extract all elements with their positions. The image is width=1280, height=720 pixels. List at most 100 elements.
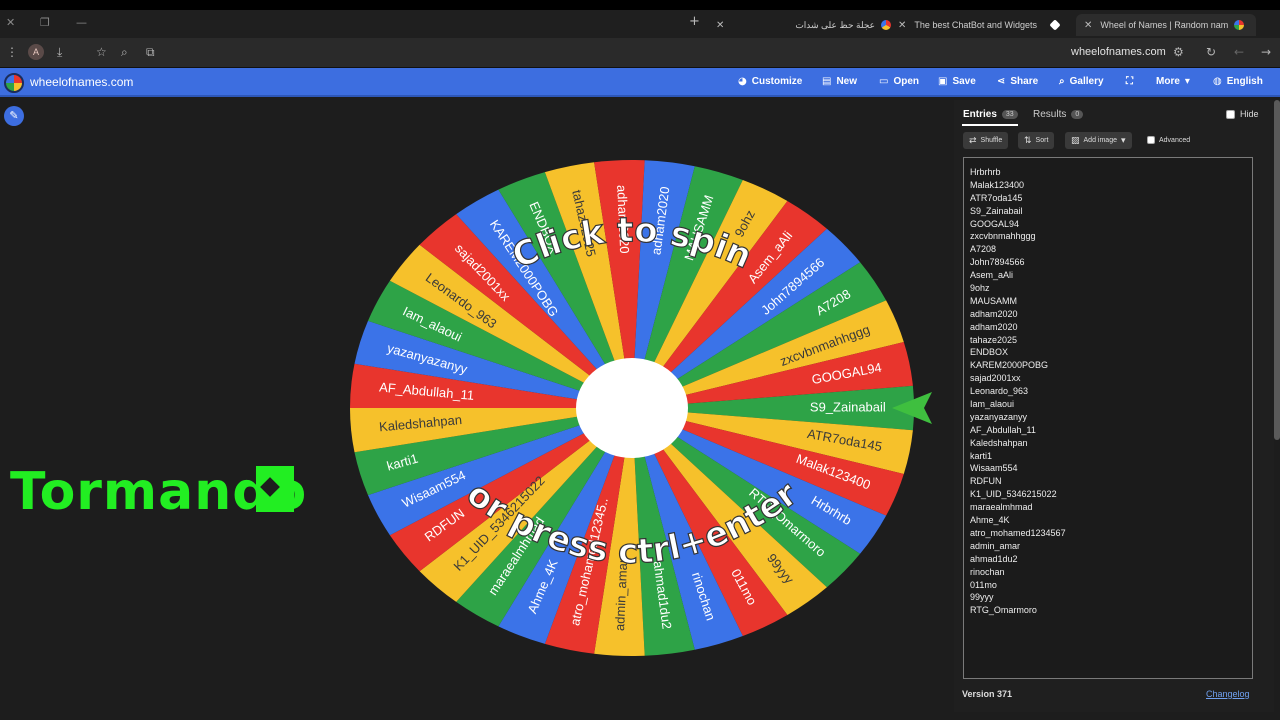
entry-line: karti1 <box>970 450 993 461</box>
minimize-window-icon[interactable]: — <box>76 16 87 29</box>
hide-toggle[interactable]: Hide <box>1226 109 1259 119</box>
shuffle-icon: ⇄ <box>969 135 977 146</box>
tab-title: عجلة حظ على شدات <box>795 19 875 30</box>
advanced-toggle[interactable]: Advanced <box>1147 136 1190 144</box>
nav-language-button[interactable]: ◍ English <box>1213 76 1263 87</box>
restore-window-icon[interactable]: ❐ <box>40 16 50 29</box>
wheel-favicon-icon <box>1234 20 1245 30</box>
entry-line: GOOGAL94 <box>970 218 1020 229</box>
entry-line: maraealmhmad <box>970 502 1033 513</box>
entry-line: RTG_Omarmoro <box>970 605 1037 616</box>
diamond-favicon-icon <box>1049 19 1061 31</box>
install-app-icon[interactable]: ⧉ <box>146 45 155 60</box>
page-scrollbar[interactable] <box>1274 100 1280 440</box>
wheel-logo-icon[interactable] <box>4 73 24 93</box>
nav-new-button[interactable]: ▤ New <box>822 76 857 87</box>
close-tab-icon[interactable]: ✕ <box>716 20 724 31</box>
chevron-down-icon: ▾ <box>1120 135 1126 146</box>
tab-entries[interactable]: Entries 33 <box>963 109 1018 120</box>
results-count-badge: 0 <box>1071 110 1084 119</box>
entry-line: zxcvbnmahhggg <box>970 231 1036 242</box>
nav-share-button[interactable]: ⋖ Share <box>997 76 1038 87</box>
nav-more-button[interactable]: More ▾ <box>1156 76 1190 87</box>
entry-line: S9_Zainabail <box>970 205 1023 216</box>
new-file-icon: ▤ <box>822 76 832 87</box>
site-settings-icon[interactable]: ⚙ <box>1173 45 1184 59</box>
image-icon: ▨ <box>1071 135 1080 146</box>
entry-line: K1_UID_5346215022 <box>970 489 1057 500</box>
entry-line: ahmad1du2 <box>970 553 1018 564</box>
advanced-checkbox[interactable] <box>1147 136 1155 144</box>
version-label: Version 371 <box>962 689 1013 699</box>
entry-line: ENDBOX <box>970 347 1009 358</box>
tab-chatbot[interactable]: ✕ The best ChatBot and Widgets <box>898 14 1066 36</box>
changelog-link[interactable]: Changelog <box>1206 689 1250 699</box>
close-tab-icon[interactable]: ✕ <box>1084 20 1092 31</box>
search-icon: ⌕ <box>1059 76 1065 87</box>
spin-wheel[interactable]: S9_ZainabailATR7oda145Malak123400Hrbrhrb… <box>340 150 940 670</box>
save-icon: ▣ <box>938 76 948 87</box>
tab-results[interactable]: Results 0 <box>1033 109 1084 120</box>
forward-icon[interactable]: ← <box>1234 45 1244 59</box>
entry-line: Leonardo_963 <box>970 386 1029 397</box>
entry-line: John7894566 <box>970 257 1025 268</box>
zoom-icon[interactable]: ⌕ <box>121 45 128 60</box>
palette-icon: ◕ <box>738 76 747 87</box>
entry-line: RDFUN <box>970 476 1002 487</box>
entry-line: Kaledshahpan <box>970 437 1028 448</box>
entry-line: Iam_alaoui <box>970 399 1015 410</box>
wheel-center-hub[interactable] <box>576 358 688 458</box>
nav-save-button[interactable]: ▣ Save <box>938 76 976 87</box>
site-name[interactable]: wheelofnames.com <box>30 75 133 89</box>
nav-customize-button[interactable]: ◕ Customize <box>738 76 802 87</box>
entry-line: Wisaam554 <box>970 463 1018 474</box>
entry-line: 99yyy <box>970 592 994 603</box>
add-image-button[interactable]: ▨ Add image ▾ <box>1065 132 1132 149</box>
sort-button[interactable]: ⇅ Sort <box>1018 132 1055 149</box>
profile-avatar[interactable]: A <box>28 44 44 60</box>
download-icon[interactable]: ⤓ <box>57 45 62 60</box>
tab-arabic[interactable]: ✕ عجلة حظ على شدات <box>716 14 891 36</box>
entry-line: sajad2001xx <box>970 373 1021 384</box>
nav-open-button[interactable]: ▭ Open <box>879 76 919 87</box>
entry-line: A7208 <box>970 244 997 255</box>
close-tab-icon[interactable]: ✕ <box>898 20 906 31</box>
entry-line: rinochan <box>970 566 1005 577</box>
new-tab-icon[interactable]: + <box>689 14 700 29</box>
entry-line: ATR7oda145 <box>970 192 1023 203</box>
entry-line: Malak123400 <box>970 179 1025 190</box>
entry-line: Hrbrhrb <box>970 167 1001 177</box>
menu-dots-icon[interactable]: ⋮ <box>6 45 18 59</box>
site-header: wheelofnames.com ◕ Customize ▤ New ▭ Open ▣… <box>0 68 1280 97</box>
tab-wheel-of-names[interactable]: ✕ Wheel of Names | Random nam <box>1076 14 1256 36</box>
hide-checkbox[interactable] <box>1226 109 1235 119</box>
entries-panel: Entries 33 Results 0 Hide ⇄ Shuffle ⇅ Sort… <box>954 100 1274 712</box>
globe-icon: ◍ <box>1213 76 1222 87</box>
wheel-favicon-icon <box>881 20 891 30</box>
nav-gallery-button[interactable]: ⌕ Gallery <box>1059 76 1104 87</box>
kick-logo-icon <box>256 466 294 512</box>
entry-line: 011mo <box>970 579 997 590</box>
bookmark-star-icon[interactable]: ☆ <box>96 45 107 59</box>
url-text[interactable]: wheelofnames.com <box>1071 46 1166 58</box>
pencil-icon: ✎ <box>9 109 19 122</box>
entry-line: yazanyazanyy <box>970 411 1028 422</box>
entry-line: Ahme_4K <box>970 515 1010 526</box>
entry-line: atro_mohamed1234567 <box>970 527 1066 538</box>
back-icon[interactable]: → <box>1261 45 1271 59</box>
reload-icon[interactable]: ↻ <box>1206 45 1216 59</box>
edit-pencil-button[interactable]: ✎ <box>4 106 24 126</box>
sort-icon: ⇅ <box>1024 135 1032 146</box>
entry-line: Asem_aAli <box>970 270 1014 281</box>
close-window-icon[interactable]: ✕ <box>6 16 15 29</box>
entry-line: KAREM2000POBG <box>970 360 1049 371</box>
wheel-segment-label: S9_Zainabail <box>810 399 886 414</box>
entry-line: adham2020 <box>970 321 1018 332</box>
chevron-down-icon: ▾ <box>1184 76 1190 87</box>
fullscreen-button[interactable]: ⛶ <box>1126 76 1133 87</box>
entry-line: AF_Abdullah_11 <box>970 424 1036 435</box>
active-tab-underline <box>962 124 1018 126</box>
shuffle-button[interactable]: ⇄ Shuffle <box>963 132 1009 149</box>
entries-textarea[interactable]: Hrbrhrb Malak123400 ATR7oda145 S9_Zainabail… <box>963 157 1253 679</box>
tab-title: Wheel of Names | Random nam <box>1100 20 1229 30</box>
